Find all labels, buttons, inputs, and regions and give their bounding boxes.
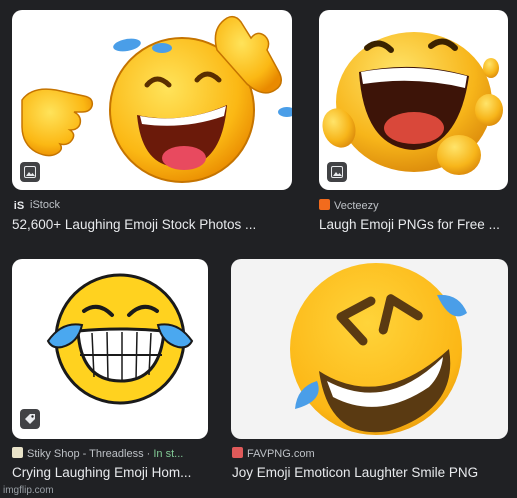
result-title[interactable]: Joy Emoji Emoticon Laughter Smile PNG [232,465,508,480]
result-thumbnail[interactable] [319,10,508,190]
laughing-emoji-image [21,15,292,183]
source-name: Stiky Shop - Threadless [27,448,144,460]
result-thumbnail[interactable] [12,259,208,439]
watermark: imgflip.com [3,485,54,496]
stiky-shop-logo-icon [12,447,23,458]
crying-laughing-emoji-image [46,273,194,405]
result-source[interactable]: iS iStock [12,199,292,212]
result-title[interactable]: Laugh Emoji PNGs for Free ... [319,217,511,232]
joy-emoji-image [290,263,467,435]
source-name: Vecteezy [334,200,379,212]
result-thumbnail[interactable] [12,10,292,190]
image-type-badge [327,162,347,182]
result-thumbnail[interactable] [231,259,508,439]
image-icon [331,166,343,178]
vecteezy-logo-icon [319,199,330,210]
stock-status: In st... [153,448,184,460]
result-source[interactable]: Stiky Shop - Threadless · In st... [12,447,208,460]
result-title[interactable]: 52,600+ Laughing Emoji Stock Photos ... [12,217,292,232]
result-source[interactable]: FAVPNG.com [232,447,508,460]
istock-logo-icon: iS [13,200,25,212]
product-type-badge [20,409,40,429]
image-type-badge [20,162,40,182]
result-title[interactable]: Crying Laughing Emoji Hom... [12,465,208,480]
image-icon [24,166,36,178]
tag-icon [25,414,35,424]
source-name: iStock [30,199,60,211]
laughing-emoji-image [322,32,503,175]
source-name: FAVPNG.com [247,448,315,460]
result-source[interactable]: Vecteezy [319,199,509,212]
favpng-logo-icon [232,447,243,458]
